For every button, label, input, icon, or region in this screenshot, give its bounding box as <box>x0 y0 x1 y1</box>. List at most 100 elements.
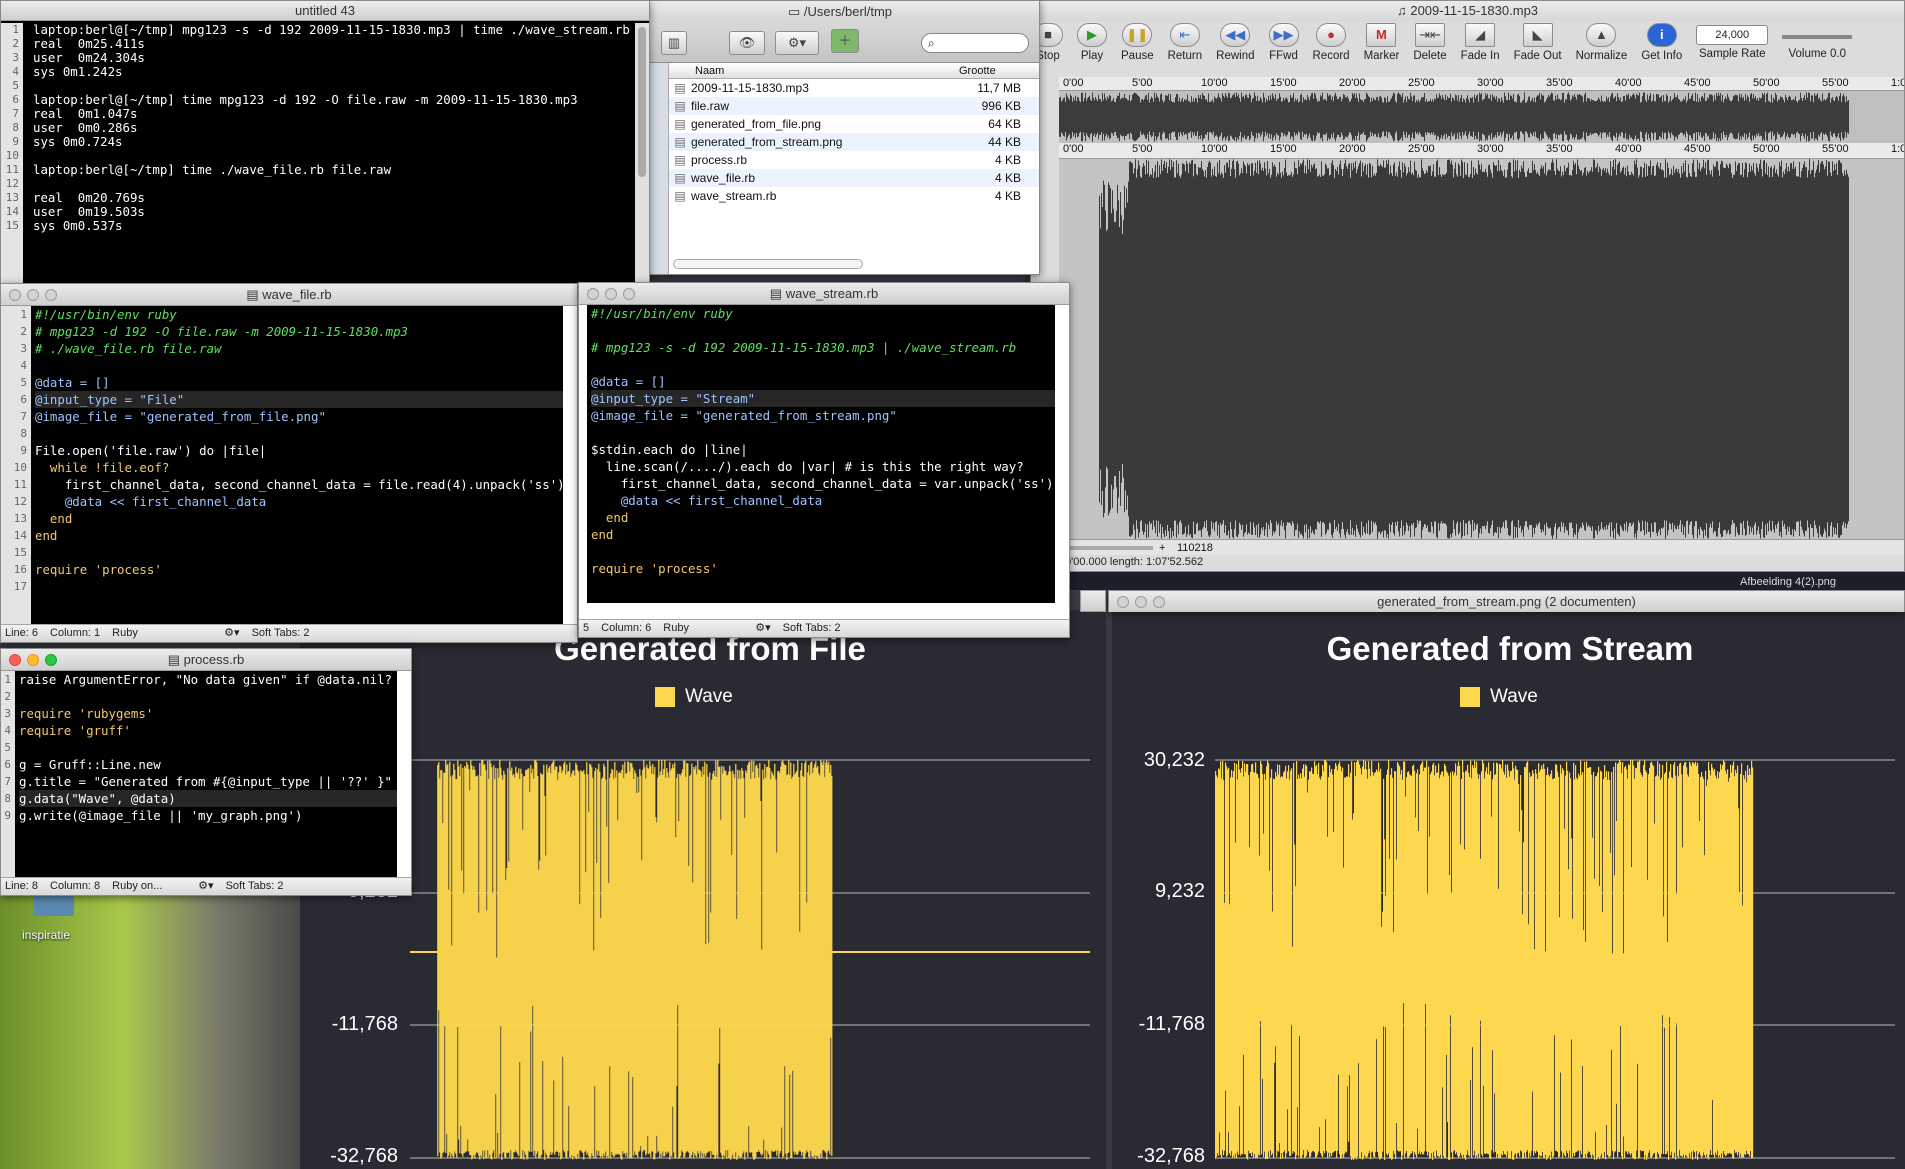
zoom-slider[interactable] <box>1063 546 1153 550</box>
col-name-header[interactable]: Naam <box>695 63 724 79</box>
minimize-icon[interactable] <box>605 288 617 300</box>
gear-icon[interactable]: ⚙▾ <box>198 878 213 895</box>
wave-bar <box>1305 99 1306 135</box>
gear-icon[interactable]: ⚙▾ <box>755 620 770 637</box>
col-size-header[interactable]: Grootte <box>959 63 996 79</box>
wave-bar <box>1713 164 1714 534</box>
file-row[interactable]: ▤ generated_from_file.png 64 KB <box>669 115 1039 133</box>
action-gear-button[interactable]: ⚙▾ <box>775 31 819 55</box>
wave-bar <box>1250 95 1251 139</box>
wave-bar <box>1321 96 1322 138</box>
play-button[interactable]: ▶ Play <box>1077 23 1107 75</box>
quick-look-button[interactable]: 👁 <box>729 31 765 55</box>
terminal-scrollbar[interactable] <box>635 23 649 289</box>
zoom-in-icon[interactable]: + <box>1159 540 1165 556</box>
wave-bar <box>1566 99 1567 135</box>
soft-tabs-select[interactable]: Soft Tabs: 2 <box>226 878 284 895</box>
wave-bar <box>1332 96 1333 138</box>
wave-bar <box>1840 92 1841 142</box>
rewind-button[interactable]: ◀◀ Rewind <box>1216 23 1255 75</box>
close-icon[interactable] <box>1117 596 1129 608</box>
sample-rate-value[interactable]: 24,000 <box>1696 25 1769 45</box>
fade-out-button[interactable]: ◣ Fade Out <box>1514 23 1562 75</box>
language-select[interactable]: Ruby on... <box>112 878 186 895</box>
wave-bar <box>1335 168 1336 530</box>
zoom-icon[interactable] <box>1153 596 1165 608</box>
close-icon[interactable] <box>587 288 599 300</box>
wave-bar <box>1061 101 1062 133</box>
file-row[interactable]: ▤ generated_from_stream.png 44 KB <box>669 133 1039 151</box>
normalize-button[interactable]: ▲ Normalize <box>1576 23 1627 75</box>
finder-hscroll[interactable] <box>673 259 863 269</box>
minimize-icon[interactable] <box>27 289 39 301</box>
wave-bar <box>1390 165 1391 533</box>
zoom-icon[interactable] <box>45 289 57 301</box>
return-button[interactable]: ⇤ Return <box>1168 23 1202 75</box>
zoom-icon[interactable] <box>45 654 57 666</box>
wave-bar <box>1258 100 1259 134</box>
file-row[interactable]: ▤ wave_file.rb 4 KB <box>669 169 1039 187</box>
wave-stream-titlebar[interactable]: ▤ wave_stream.rb <box>579 283 1069 305</box>
wave-bar <box>1482 172 1483 526</box>
wave-stream-code[interactable]: #!/usr/bin/env ruby # mpg123 -s -d 192 20… <box>587 305 1055 603</box>
wave-bar <box>1146 159 1147 539</box>
minimize-icon[interactable] <box>27 654 39 666</box>
process-code[interactable]: raise ArgumentError, "No data given" if … <box>15 671 397 877</box>
pause-button[interactable]: ❚❚ Pause <box>1121 23 1154 75</box>
language-select[interactable]: Ruby <box>112 625 212 642</box>
search-field[interactable]: ⌕ <box>921 33 1029 53</box>
get-info-button[interactable]: i Get Info <box>1641 23 1682 75</box>
wave-bar <box>1653 165 1654 533</box>
wave-bar <box>1073 97 1074 137</box>
gear-icon[interactable]: ⚙▾ <box>224 625 239 642</box>
file-row[interactable]: ▤ process.rb 4 KB <box>669 151 1039 169</box>
audio-editor-window: ♫ 2009-11-15-1830.mp3 ■ Stop ▶ Play ❚❚ Paus… <box>1030 0 1905 572</box>
marker-button[interactable]: M Marker <box>1364 23 1399 75</box>
volume-slider[interactable] <box>1782 35 1853 39</box>
wave-bar <box>1610 161 1611 537</box>
wave-bar <box>1683 98 1684 136</box>
process-title: process.rb <box>183 652 245 667</box>
wave-bar <box>1766 162 1767 536</box>
wave-file-titlebar[interactable]: ▤ wave_file.rb <box>1 284 577 306</box>
wave-bar <box>1436 161 1437 537</box>
wave-bar <box>1710 174 1711 524</box>
file-row[interactable]: ▤ wave_stream.rb 4 KB <box>669 187 1039 205</box>
file-row[interactable]: ▤ 2009-11-15-1830.mp3 11,7 MB <box>669 79 1039 97</box>
record-button[interactable]: ● Record <box>1313 23 1350 75</box>
fade-in-button[interactable]: ◢ Fade In <box>1461 23 1500 75</box>
sample-rate-select[interactable]: 24,000 Sample Rate <box>1696 23 1769 75</box>
volume-control[interactable]: Volume 0.0 <box>1782 23 1853 75</box>
close-icon[interactable] <box>9 289 21 301</box>
ffwd-button[interactable]: ▶▶ FFwd <box>1268 23 1299 75</box>
soft-tabs-select[interactable]: Soft Tabs: 2 <box>783 620 841 637</box>
wave-bar <box>1788 166 1789 532</box>
minimize-icon[interactable] <box>1135 596 1147 608</box>
close-icon[interactable] <box>9 654 21 666</box>
file-row[interactable]: ▤ file.raw 996 KB <box>669 97 1039 115</box>
wave-bar <box>1613 159 1614 539</box>
wave-bar <box>1351 98 1352 136</box>
terminal-output[interactable]: laptop:berl@[~/tmp] mpg123 -s -d 192 200… <box>27 23 635 289</box>
soft-tabs-select[interactable]: Soft Tabs: 2 <box>252 625 310 642</box>
view-columns-button[interactable]: ▥ <box>661 31 687 55</box>
zoom-icon[interactable] <box>623 288 635 300</box>
wave-bar <box>1396 172 1397 526</box>
wave-bar <box>1084 98 1085 136</box>
overview-waveform[interactable] <box>1059 91 1904 143</box>
wave-bar <box>1637 95 1638 139</box>
wave-bar <box>1544 102 1545 132</box>
new-folder-button[interactable]: ＋ <box>831 29 859 53</box>
wave-file-code[interactable]: #!/usr/bin/env ruby # mpg123 -d 192 -O fi… <box>31 306 563 624</box>
preview-titlebar[interactable]: generated_from_stream.png (2 documenten) <box>1109 591 1904 612</box>
wave-bar <box>1777 174 1778 524</box>
wave-bar <box>1600 101 1601 133</box>
finder-titlebar[interactable]: ▭ /Users/berl/tmp <box>641 1 1039 23</box>
desktop-folder-label[interactable]: inspiratie <box>22 928 70 942</box>
process-titlebar[interactable]: ▤ process.rb <box>1 649 411 671</box>
language-select[interactable]: Ruby <box>663 620 743 637</box>
terminal-titlebar[interactable]: untitled 43 <box>1 1 649 21</box>
delete-button[interactable]: ⇥⇤ Delete <box>1413 23 1447 75</box>
main-waveform[interactable] <box>1059 159 1904 539</box>
